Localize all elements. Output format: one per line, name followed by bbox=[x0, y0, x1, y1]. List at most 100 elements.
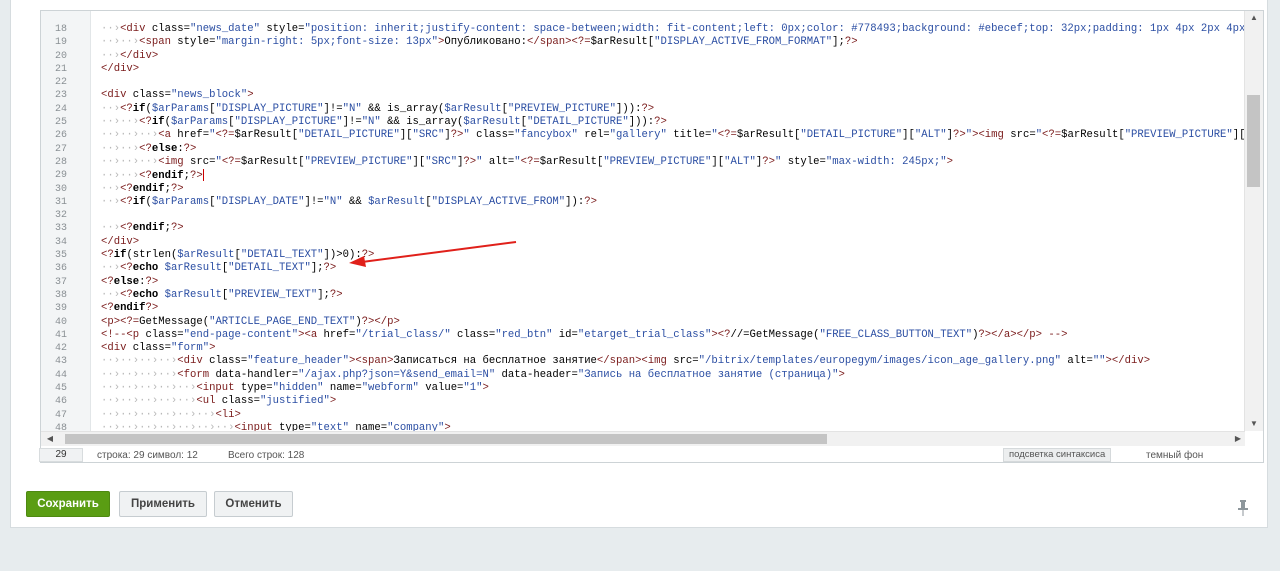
scroll-down-icon[interactable]: ▼ bbox=[1245, 417, 1263, 431]
goto-line-input[interactable]: 29 bbox=[39, 448, 83, 462]
code-line[interactable]: 27 ··›··›<?else:?> bbox=[41, 143, 1245, 156]
line-code[interactable]: ··›<div class="news_date" style="positio… bbox=[101, 23, 1245, 36]
line-code[interactable]: ··›··›<?endif;?> bbox=[101, 169, 204, 183]
line-number: 25 bbox=[54, 117, 67, 129]
code-line[interactable]: 35 <?if(strlen($arResult["DETAIL_TEXT"])>… bbox=[41, 249, 1245, 262]
line-number: 36 bbox=[54, 263, 67, 275]
line-number: 37 bbox=[54, 276, 67, 288]
cancel-button[interactable]: Отменить bbox=[214, 491, 293, 517]
line-code[interactable]: ··›<?if($arParams["DISPLAY_PICTURE"]!="N… bbox=[101, 103, 654, 116]
vertical-scrollbar[interactable]: ▲ ▼ bbox=[1244, 11, 1263, 431]
scroll-right-icon[interactable]: ▶ bbox=[1231, 432, 1245, 446]
line-number: 34 bbox=[54, 236, 67, 248]
syntax-highlight-toggle[interactable]: подсветка синтаксиса bbox=[1003, 448, 1112, 462]
code-line[interactable]: 28 ··›··›··›<img src="<?=$arResult["PREVI… bbox=[41, 156, 1245, 169]
line-number: 45 bbox=[54, 383, 67, 395]
line-number: 41 bbox=[54, 329, 67, 341]
line-number: 33 bbox=[54, 223, 67, 235]
code-line[interactable]: 29 ··›··›<?endif;?> bbox=[41, 169, 1245, 182]
code-line[interactable]: 26 ··›··›··›<a href="<?=$arResult["DETAIL… bbox=[41, 129, 1245, 142]
save-button[interactable]: Сохранить bbox=[26, 491, 110, 517]
code-line[interactable]: 43 ··›··›··›··›<div class="feature_header… bbox=[41, 355, 1245, 368]
dark-theme-toggle[interactable]: темный фон bbox=[1146, 450, 1203, 461]
scroll-up-icon[interactable]: ▲ bbox=[1245, 11, 1263, 25]
code-line[interactable]: 19 ··›··›<span style="margin-right: 5px;f… bbox=[41, 36, 1245, 49]
line-code[interactable]: ··›··›··›··›<div class="feature_header">… bbox=[101, 355, 1150, 368]
code-area[interactable]: 18 ··›<div class="news_date" style="posit… bbox=[41, 11, 1245, 431]
line-code[interactable]: ··›··›··›··›<form data-handler="/ajax.ph… bbox=[101, 369, 845, 382]
line-number: 40 bbox=[54, 316, 67, 328]
line-code[interactable]: </div> bbox=[101, 236, 139, 249]
code-line[interactable]: 23 <div class="news_block"> bbox=[41, 89, 1245, 102]
code-line[interactable]: 18 ··›<div class="news_date" style="posit… bbox=[41, 23, 1245, 36]
code-line[interactable]: 37 <?else:?> bbox=[41, 276, 1245, 289]
code-line[interactable]: 24 ··›<?if($arParams["DISPLAY_PICTURE"]!=… bbox=[41, 103, 1245, 116]
apply-button[interactable]: Применить bbox=[119, 491, 207, 517]
code-line[interactable]: 41 <!--<p class="end-page-content"><a hre… bbox=[41, 329, 1245, 342]
code-line[interactable]: 22 bbox=[41, 76, 1245, 89]
line-number: 29 bbox=[54, 170, 67, 182]
line-code[interactable]: <!--<p class="end-page-content"><a href=… bbox=[101, 329, 1067, 342]
line-code[interactable]: <div class="form"> bbox=[101, 342, 215, 355]
line-code[interactable]: ··›<?echo $arResult["DETAIL_TEXT"];?> bbox=[101, 262, 336, 275]
line-code[interactable]: </div> bbox=[101, 63, 139, 76]
total-lines: Всего строк: 128 bbox=[228, 450, 305, 461]
line-code[interactable]: <?if(strlen($arResult["DETAIL_TEXT"])>0)… bbox=[101, 249, 374, 262]
line-code[interactable]: <?endif?> bbox=[101, 302, 158, 315]
code-line[interactable]: 45 ··›··›··›··›··›<input type="hidden" na… bbox=[41, 382, 1245, 395]
code-line[interactable]: 34 </div> bbox=[41, 236, 1245, 249]
pin-icon[interactable] bbox=[1237, 500, 1249, 516]
line-number: 31 bbox=[54, 196, 67, 208]
code-line[interactable]: 40 <p><?=GetMessage("ARTICLE_PAGE_END_TEX… bbox=[41, 316, 1245, 329]
line-code[interactable]: ··›<?if($arParams["DISPLAY_DATE"]!="N" &… bbox=[101, 196, 597, 209]
line-code[interactable]: ··›<?echo $arResult["PREVIEW_TEXT"];?> bbox=[101, 289, 343, 302]
line-number: 30 bbox=[54, 183, 67, 195]
line-code[interactable]: ··›··›··›··›··›··›··›<input type="text" … bbox=[101, 422, 451, 431]
line-code[interactable]: ··›··›··›··›··›<input type="hidden" name… bbox=[101, 382, 489, 395]
code-line[interactable]: 48 ··›··›··›··›··›··›··›<input type="text… bbox=[41, 422, 1245, 431]
line-code[interactable]: <p><?=GetMessage("ARTICLE_PAGE_END_TEXT"… bbox=[101, 316, 400, 329]
code-line[interactable]: 44 ··›··›··›··›<form data-handler="/ajax.… bbox=[41, 369, 1245, 382]
code-line[interactable]: 36 ··›<?echo $arResult["DETAIL_TEXT"];?> bbox=[41, 262, 1245, 275]
code-line[interactable]: 47 ··›··›··›··›··›··›<li> bbox=[41, 409, 1245, 422]
code-lines[interactable]: 18 ··›<div class="news_date" style="posit… bbox=[41, 23, 1245, 431]
code-line[interactable]: 33 ··›<?endif;?> bbox=[41, 222, 1245, 235]
code-line[interactable]: 32 bbox=[41, 209, 1245, 222]
line-number: 20 bbox=[54, 50, 67, 62]
line-code[interactable]: <?else:?> bbox=[101, 276, 158, 289]
line-number: 18 bbox=[54, 24, 67, 35]
editor-statusbar: 29 строка: 29 символ: 12 Всего строк: 12… bbox=[29, 446, 1253, 465]
line-number: 44 bbox=[54, 369, 67, 381]
line-code[interactable]: <div class="news_block"> bbox=[101, 89, 254, 102]
code-line[interactable]: 31 ··›<?if($arParams["DISPLAY_DATE"]!="N"… bbox=[41, 196, 1245, 209]
code-line[interactable]: 20 ··›</div> bbox=[41, 50, 1245, 63]
line-code[interactable]: ··›··›··›··›··›<ul class="justified"> bbox=[101, 395, 336, 408]
code-line[interactable]: 25 ··›··›<?if($arParams["DISPLAY_PICTURE"… bbox=[41, 116, 1245, 129]
code-line[interactable]: 39 <?endif?> bbox=[41, 302, 1245, 315]
vertical-scroll-thumb[interactable] bbox=[1247, 95, 1260, 187]
line-code[interactable]: ··›<?endif;?> bbox=[101, 222, 184, 235]
code-line[interactable]: 42 <div class="form"> bbox=[41, 342, 1245, 355]
line-code[interactable]: ··›··›<?if($arParams["DISPLAY_PICTURE"]!… bbox=[101, 116, 667, 129]
line-code[interactable]: ··›</div> bbox=[101, 50, 158, 63]
code-line[interactable]: 21 </div> bbox=[41, 63, 1245, 76]
line-number: 28 bbox=[54, 156, 67, 168]
code-line[interactable]: 38 ··›<?echo $arResult["PREVIEW_TEXT"];?> bbox=[41, 289, 1245, 302]
scroll-left-icon[interactable]: ◀ bbox=[43, 432, 57, 446]
line-code[interactable]: ··›··›<span style="margin-right: 5px;fon… bbox=[101, 36, 858, 49]
line-number: 26 bbox=[54, 130, 67, 142]
horizontal-scroll-thumb[interactable] bbox=[65, 434, 827, 444]
line-number: 42 bbox=[54, 343, 67, 355]
line-code[interactable]: ··›··›··›<a href="<?=$arResult["DETAIL_P… bbox=[101, 129, 1245, 142]
line-number: 24 bbox=[54, 103, 67, 115]
horizontal-scrollbar[interactable]: ◀ ▶ bbox=[41, 431, 1245, 446]
line-number: 35 bbox=[54, 250, 67, 262]
code-editor[interactable]: 18 ··›<div class="news_date" style="posit… bbox=[40, 10, 1264, 463]
line-number: 23 bbox=[54, 90, 67, 102]
line-code[interactable]: ··›··›··›<img src="<?=$arResult["PREVIEW… bbox=[101, 156, 953, 169]
line-code[interactable]: ··›<?endif;?> bbox=[101, 183, 184, 196]
code-line[interactable]: 46 ··›··›··›··›··›<ul class="justified"> bbox=[41, 395, 1245, 408]
code-line[interactable]: 30 ··›<?endif;?> bbox=[41, 183, 1245, 196]
line-code[interactable]: ··›··›··›··›··›··›<li> bbox=[101, 409, 241, 422]
line-code[interactable]: ··›··›<?else:?> bbox=[101, 143, 196, 156]
